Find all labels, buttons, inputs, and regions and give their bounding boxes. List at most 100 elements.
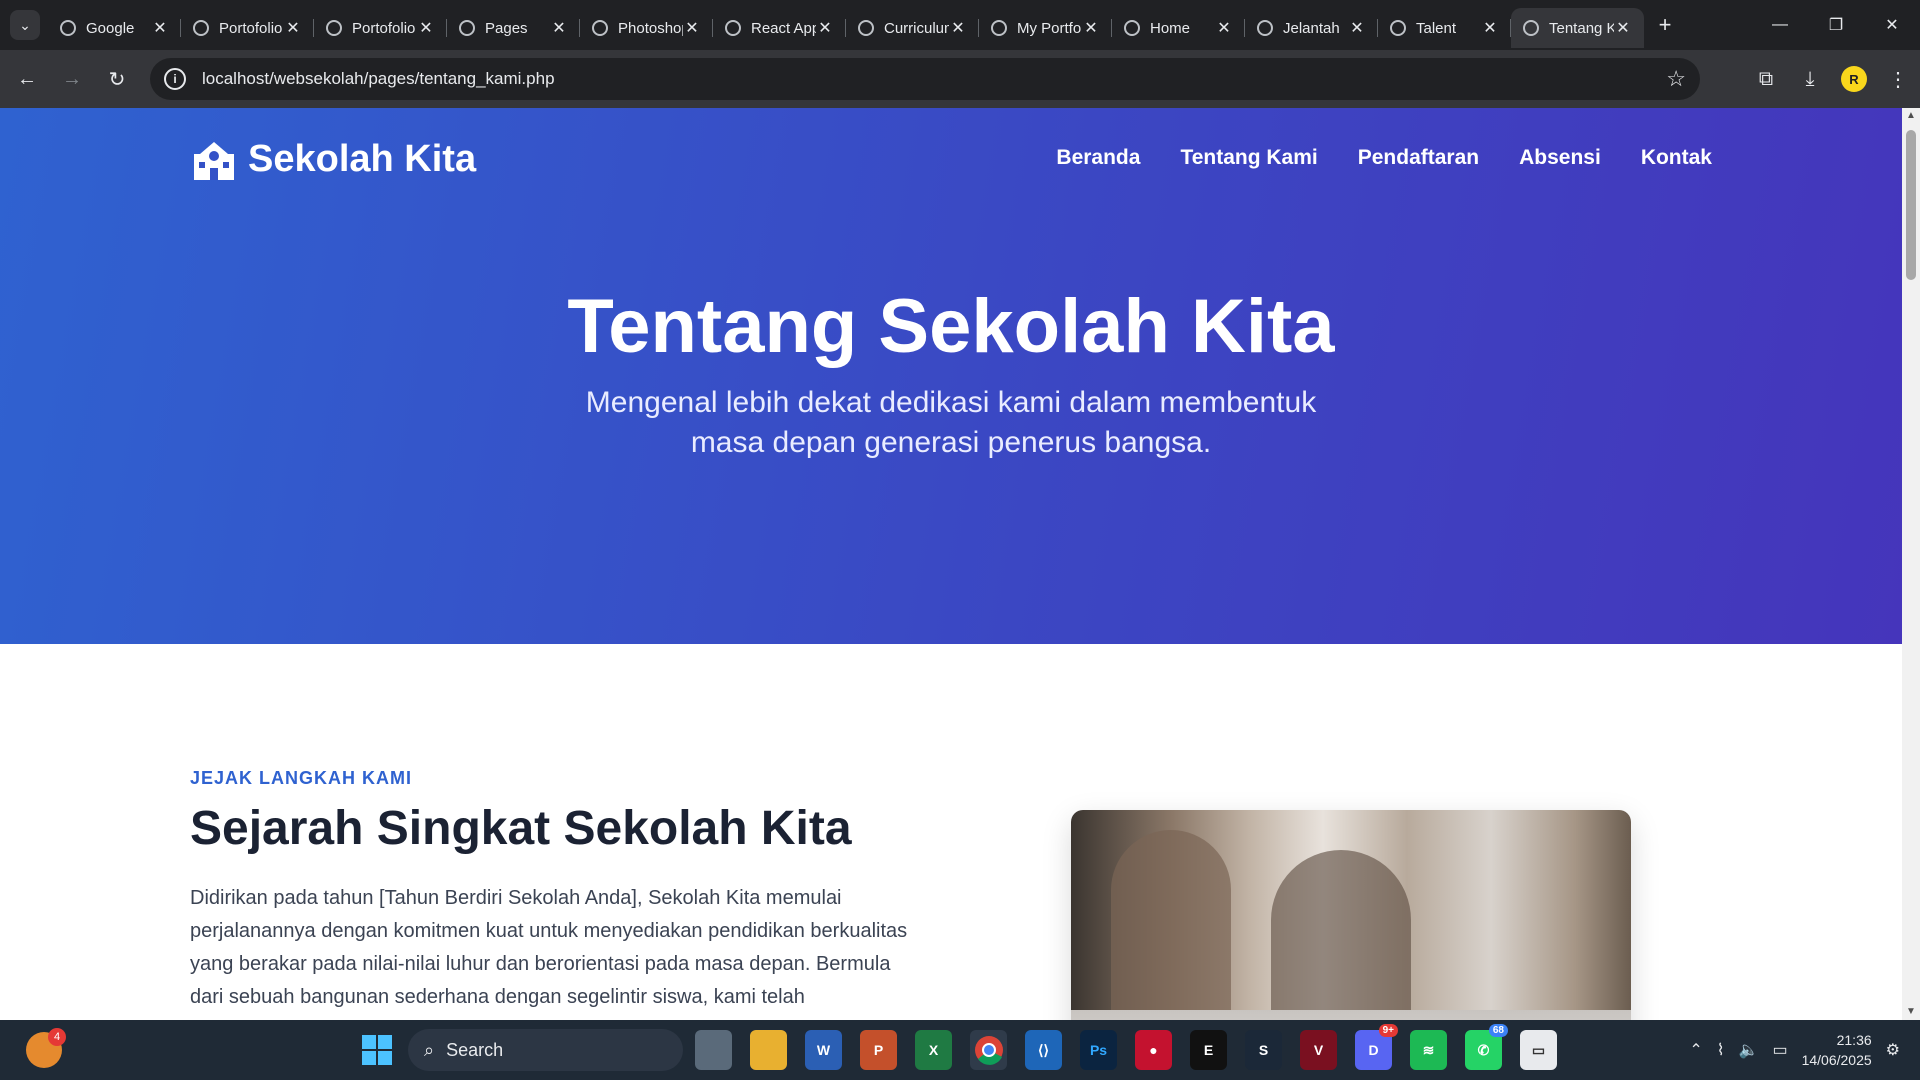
window-controls: — ❐ ✕	[1752, 0, 1920, 50]
whatsapp-icon[interactable]: ✆ 68	[1465, 1024, 1508, 1070]
close-tab-icon[interactable]: ✕	[949, 18, 967, 38]
clock[interactable]: 21:36 14/06/2025	[1802, 1030, 1872, 1070]
browser-tab[interactable]: Curriculum✕	[846, 8, 979, 48]
close-tab-icon[interactable]: ✕	[683, 18, 701, 38]
close-tab-icon[interactable]: ✕	[816, 18, 834, 38]
start-icon[interactable]	[362, 1035, 392, 1065]
photo-figure	[1271, 850, 1411, 1020]
close-tab-icon[interactable]: ✕	[1348, 18, 1366, 38]
tab-search-button[interactable]: ⌄	[10, 10, 40, 40]
close-tab-icon[interactable]: ✕	[550, 18, 568, 38]
system-tray: ⌃ ⌇ 🔈 ▭ 21:36 14/06/2025 ⚙	[1689, 1020, 1900, 1080]
profile-avatar[interactable]: R	[1841, 66, 1867, 92]
vscode-icon[interactable]: ⟨⟩	[1025, 1030, 1062, 1070]
bookmark-star-icon[interactable]: ☆	[1666, 66, 1686, 92]
browser-tab[interactable]: Photoshop ✕	[580, 8, 713, 48]
hero-section: Sekolah Kita Beranda Tentang Kami Pendaf…	[0, 108, 1902, 644]
globe-icon	[1523, 20, 1539, 36]
close-tab-icon[interactable]: ✕	[1215, 18, 1233, 38]
scroll-up-icon[interactable]: ▲	[1905, 110, 1917, 122]
downloads-icon[interactable]: ⤓	[1788, 68, 1832, 91]
file-explorer-icon[interactable]	[750, 1030, 787, 1070]
globe-icon	[326, 20, 342, 36]
hero-title: Tentang Sekolah Kita	[567, 284, 1335, 369]
tab-strip: ⌄ Google ✕ Portofolio ✕ Portofolio ✕ Pages ✕ Pho…	[0, 0, 1920, 50]
new-tab-button[interactable]: +	[1650, 12, 1680, 38]
steam-icon[interactable]: S	[1245, 1030, 1282, 1070]
close-tab-icon[interactable]: ✕	[1082, 18, 1100, 38]
weather-widget-icon[interactable]: 4	[26, 1028, 66, 1068]
section-body: Didirikan pada tahun [Tahun Berdiri Seko…	[190, 887, 908, 1008]
browser-menu-icon[interactable]: ⋮	[1876, 67, 1920, 92]
toolbar-actions: ⧉ ⤓ R ⋮	[1744, 50, 1920, 108]
react-icon	[725, 20, 741, 36]
address-bar[interactable]: i localhost/websekolah/pages/tentang_kam…	[150, 58, 1700, 100]
restore-icon[interactable]: ❐	[1808, 0, 1864, 50]
nav-beranda[interactable]: Beranda	[1056, 146, 1140, 170]
photoshop-icon[interactable]: Ps	[1080, 1030, 1117, 1070]
reload-button[interactable]: ↻	[99, 61, 135, 97]
browser-tab[interactable]: Pages ✕	[447, 8, 580, 48]
browser-tab[interactable]: Google ✕	[48, 8, 181, 48]
close-tab-icon[interactable]: ✕	[284, 18, 302, 38]
tab-list: Google ✕ Portofolio ✕ Portofolio ✕ Pages ✕ Photo…	[48, 2, 1644, 48]
browser-tab[interactable]: React App ✕	[713, 8, 846, 48]
weather-badge: 4	[48, 1028, 66, 1046]
nav-kontak[interactable]: Kontak	[1641, 146, 1712, 170]
task-view-icon[interactable]	[695, 1030, 732, 1070]
notepad-icon[interactable]: ▭	[1520, 1030, 1557, 1070]
forward-button[interactable]: →	[54, 61, 90, 97]
browser-tab[interactable]: Tentang Kami✕	[1511, 8, 1644, 48]
url-text[interactable]: localhost/websekolah/pages/tentang_kami.…	[202, 69, 555, 89]
page-scrollbar[interactable]: ▲ ▼	[1902, 108, 1920, 1020]
powerpoint-icon[interactable]: P	[860, 1030, 897, 1070]
minimize-icon[interactable]: —	[1752, 0, 1808, 50]
tray-chevron-icon[interactable]: ⌃	[1689, 1040, 1702, 1060]
browser-toolbar: ← → ↻ i localhost/websekolah/pages/tenta…	[0, 50, 1920, 108]
browser-tab[interactable]: Talent ✕	[1378, 8, 1511, 48]
excel-icon[interactable]: X	[915, 1030, 952, 1070]
page-viewport: Sekolah Kita Beranda Tentang Kami Pendaf…	[0, 108, 1902, 1020]
tab-title: Curriculum	[884, 19, 949, 37]
valorant-icon[interactable]: V	[1300, 1030, 1337, 1070]
nav-absensi[interactable]: Absensi	[1519, 146, 1601, 170]
volume-icon[interactable]: 🔈	[1739, 1040, 1759, 1060]
close-window-icon[interactable]: ✕	[1864, 0, 1920, 50]
word-icon[interactable]: W	[805, 1030, 842, 1070]
wifi-icon[interactable]: ⌇	[1717, 1040, 1725, 1060]
battery-icon[interactable]: ▭	[1772, 1040, 1787, 1060]
extensions-icon[interactable]: ⧉	[1744, 68, 1788, 91]
site-info-icon[interactable]: i	[164, 68, 186, 90]
scroll-thumb[interactable]	[1906, 130, 1916, 280]
browser-tab[interactable]: Portofolio ✕	[314, 8, 447, 48]
epic-games-icon[interactable]: E	[1190, 1030, 1227, 1070]
taskbar-search[interactable]: ⌕ Search	[408, 1029, 683, 1071]
figma-icon	[1124, 20, 1140, 36]
figma-icon	[1257, 20, 1273, 36]
browser-tab[interactable]: Home ✕	[1112, 8, 1245, 48]
chrome-icon[interactable]	[970, 1030, 1007, 1070]
close-tab-icon[interactable]: ✕	[1614, 18, 1632, 38]
photo-figure	[1111, 830, 1231, 1020]
discord-icon[interactable]: D 9+	[1355, 1024, 1398, 1070]
spotify-icon[interactable]: ≋	[1410, 1030, 1447, 1070]
back-button[interactable]: ←	[9, 61, 45, 97]
nav-pendaftaran[interactable]: Pendaftaran	[1358, 146, 1479, 170]
tab-title: React App	[751, 19, 816, 37]
close-tab-icon[interactable]: ✕	[1481, 18, 1499, 38]
scroll-down-icon[interactable]: ▼	[1905, 1006, 1917, 1018]
browser-tab[interactable]: Portofolio ✕	[181, 8, 314, 48]
site-brand[interactable]: Sekolah Kita	[190, 138, 476, 181]
globe-icon	[991, 20, 1007, 36]
app-red-icon[interactable]: ●	[1135, 1030, 1172, 1070]
close-tab-icon[interactable]: ✕	[151, 18, 169, 38]
discord-badge: 9+	[1378, 1024, 1398, 1037]
brand-name: Sekolah Kita	[248, 138, 477, 180]
browser-tab[interactable]: My Portfolio✕	[979, 8, 1112, 48]
github-icon	[459, 20, 475, 36]
notifications-icon[interactable]: ⚙	[1886, 1040, 1900, 1060]
close-tab-icon[interactable]: ✕	[417, 18, 435, 38]
browser-tab[interactable]: Jelantah ✕	[1245, 8, 1378, 48]
tab-title: Talent	[1416, 19, 1457, 37]
nav-tentang-kami[interactable]: Tentang Kami	[1180, 146, 1317, 170]
